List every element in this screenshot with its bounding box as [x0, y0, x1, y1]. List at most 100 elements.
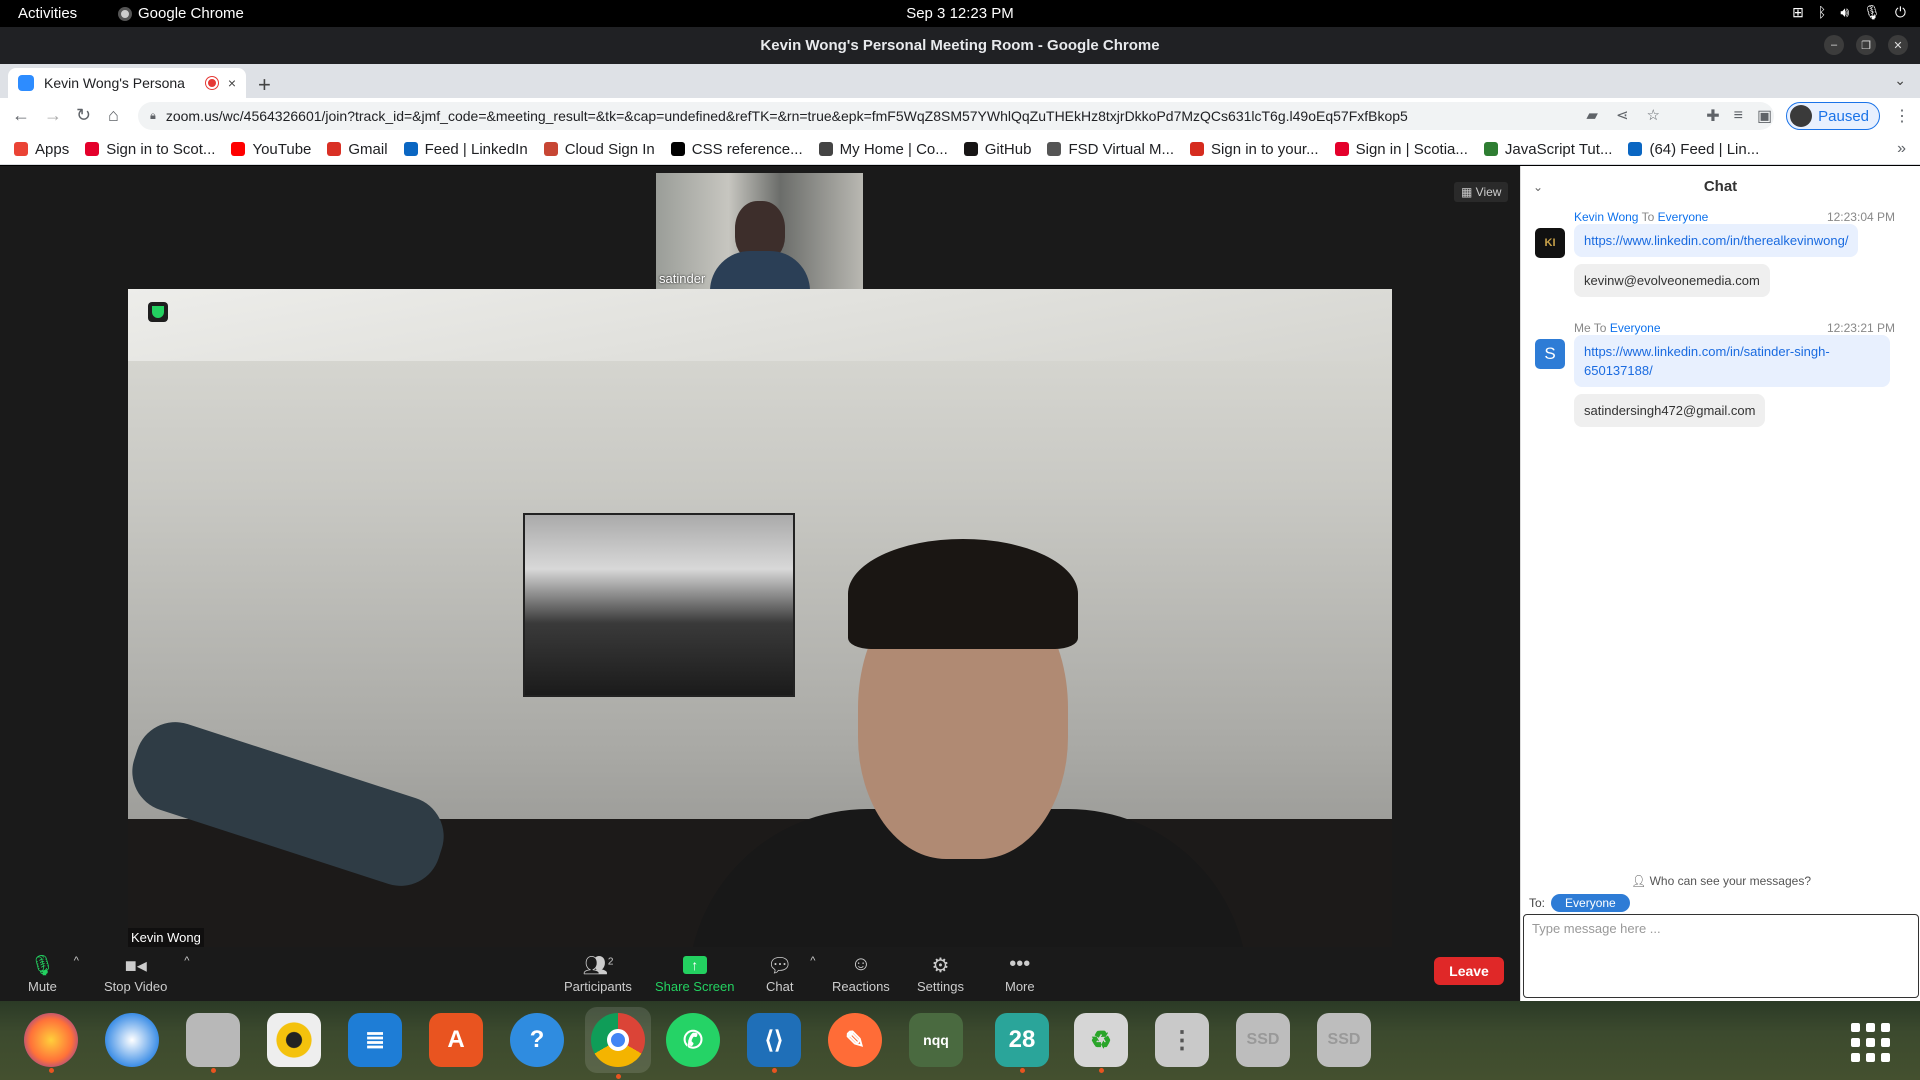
ssd-icon[interactable]: SSD [1317, 1013, 1371, 1067]
bookmarks-overflow-icon[interactable]: » [1897, 140, 1906, 158]
participants-button[interactable]: 👥︎2 Participants [564, 953, 632, 994]
address-bar[interactable]: 🔒︎ zoom.us/wc/4564326601/join?track_id=&… [138, 102, 1774, 130]
tab-close-icon[interactable]: × [228, 75, 236, 91]
new-tab-button[interactable]: + [258, 72, 271, 98]
rhythmbox-icon[interactable] [267, 1013, 321, 1067]
bookmark-item[interactable]: GitHub [963, 141, 1031, 158]
stop-video-button[interactable]: ■◂ Stop Video ^ [104, 953, 189, 994]
kebab-menu-icon[interactable]: ⋮ [1894, 106, 1910, 126]
postman-icon[interactable]: ✎ [828, 1013, 882, 1067]
bookmark-item[interactable]: Sign in to your... [1190, 141, 1319, 158]
share-icon[interactable]: ⋖ [1616, 106, 1629, 124]
profile-button[interactable]: Paused [1786, 102, 1880, 130]
participants-icon: 👥︎2 [582, 955, 614, 977]
bookmark-item[interactable]: My Home | Co... [818, 140, 948, 158]
share-screen-icon: ↑ [655, 953, 735, 975]
audio-options-caret-icon[interactable]: ^ [74, 955, 79, 967]
video-options-caret-icon[interactable]: ^ [184, 955, 189, 967]
minimize-icon[interactable]: – [1824, 35, 1844, 55]
libreoffice-writer-icon[interactable]: ≣ [348, 1013, 402, 1067]
reactions-button[interactable]: ☺ Reactions [832, 953, 890, 994]
bookmark-star-icon[interactable]: ☆ [1647, 106, 1660, 124]
mute-button[interactable]: 🎙︎ Mute ^ [28, 953, 79, 994]
tab-zoom-meeting[interactable]: Kevin Wong's Persona × [8, 68, 246, 98]
bookmark-item[interactable]: YouTube [231, 141, 311, 158]
maximize-icon[interactable]: ❐ [1856, 35, 1876, 55]
side-panel-icon[interactable]: ▣ [1757, 106, 1772, 126]
message-link[interactable]: https://www.linkedin.com/in/satinder-sin… [1574, 335, 1890, 387]
software-icon[interactable]: A [429, 1013, 483, 1067]
help-icon[interactable]: ? [510, 1013, 564, 1067]
chat-message-input[interactable]: Type message here ... [1523, 914, 1919, 998]
window-title-bar: Kevin Wong's Personal Meeting Room - Goo… [0, 27, 1920, 64]
video-ceiling [128, 289, 1392, 361]
extensions-puzzle-icon[interactable]: ✚ [1706, 106, 1719, 126]
ssd-icon[interactable]: SSD [1236, 1013, 1290, 1067]
more-button[interactable]: ••• More [1005, 953, 1035, 994]
forward-arrow-icon[interactable]: → [44, 105, 62, 126]
lock-icon: 🔒︎ [150, 109, 156, 122]
bookmark-item[interactable]: FSD Virtual M... [1047, 141, 1174, 158]
participant-thumbnail[interactable]: satinder [656, 173, 863, 289]
gear-icon: ⚙ [931, 955, 950, 977]
show-applications-icon[interactable] [1851, 1023, 1890, 1062]
nqq-icon[interactable]: nqq [909, 1013, 963, 1067]
collapse-chevron-icon[interactable]: ⌄ [1533, 166, 1543, 208]
bookmark-label: My Home | Co... [839, 140, 948, 158]
active-speaker-video: Kevin Wong [128, 289, 1392, 947]
firefox-icon[interactable] [24, 1013, 78, 1073]
message-link[interactable]: https://www.linkedin.com/in/therealkevin… [1574, 224, 1859, 257]
leave-button[interactable]: Leave [1434, 957, 1504, 985]
media-control-icon[interactable]: ≡ [1734, 107, 1743, 125]
mute-label: Mute [28, 979, 57, 994]
system-tray[interactable]: ⊞ ᛒ 🔊︎ 🎙︎ ⏻ [1792, 4, 1906, 21]
bookmark-item[interactable]: (64) Feed | Lin... [1628, 141, 1759, 158]
chat-options-caret-icon[interactable]: ^ [810, 955, 815, 967]
bookmark-item[interactable]: Apps [14, 141, 69, 158]
settings-button[interactable]: ⚙ Settings [917, 953, 964, 994]
privacy-note[interactable]: 👤︎ Who can see your messages? [1521, 874, 1920, 888]
vscode-icon[interactable]: ⟨⟩ [747, 1013, 801, 1073]
chat-button[interactable]: 💬︎ Chat ^ [766, 953, 815, 994]
home-icon[interactable]: ⌂ [108, 105, 119, 126]
message-to: To [1641, 210, 1655, 224]
tab-search-chevron-icon[interactable]: ⌄ [1894, 72, 1906, 89]
files-icon[interactable] [186, 1013, 240, 1073]
bookmark-label: Apps [35, 140, 70, 158]
share-screen-button[interactable]: ↑ Share Screen [655, 953, 735, 994]
message-meta: Kevin Wong To Everyone [1574, 210, 1708, 224]
thunderbird-icon[interactable] [105, 1013, 159, 1067]
bookmark-item[interactable]: Gmail [327, 141, 388, 158]
message-to: To [1593, 321, 1607, 335]
bookmark-item[interactable]: Cloud Sign In [543, 140, 655, 158]
bookmark-item[interactable]: JavaScript Tut... [1483, 141, 1612, 158]
bookmark-item[interactable]: Sign in | Scotia... [1334, 141, 1468, 158]
bookmark-item[interactable]: Feed | LinkedIn [403, 141, 528, 158]
app-menu[interactable]: Google Chrome [118, 5, 244, 22]
drive-icon[interactable]: ⋮ [1155, 1013, 1209, 1067]
profile-status: Paused [1818, 107, 1869, 125]
recipient-select[interactable]: Everyone [1551, 894, 1630, 912]
trash-icon[interactable]: ♻ [1074, 1013, 1128, 1073]
microphone-icon: 🎙︎ [29, 955, 56, 977]
back-arrow-icon[interactable]: ← [12, 105, 30, 126]
clock[interactable]: Sep 3 12:23 PM [0, 5, 1920, 22]
bookmark-item[interactable]: Sign in to Scot... [85, 141, 215, 158]
close-icon[interactable]: ✕ [1888, 35, 1908, 55]
bookmark-label: (64) Feed | Lin... [1649, 140, 1760, 158]
bookmark-item[interactable]: CSS reference... [670, 141, 803, 158]
calendar-icon[interactable]: 28 [995, 1013, 1049, 1073]
bookmark-label: Cloud Sign In [564, 140, 655, 158]
bookmark-favicon-icon [1047, 142, 1062, 156]
camera-in-use-icon[interactable]: ▰ [1586, 106, 1598, 124]
message-sender: Me [1574, 321, 1591, 335]
encryption-shield-icon[interactable] [148, 302, 168, 322]
view-button[interactable]: ▦ View [1454, 182, 1509, 202]
whatsapp-icon[interactable]: ✆ [666, 1013, 720, 1067]
activities-button[interactable]: Activities [18, 5, 77, 22]
message-text: kevinw@evolveonemedia.com [1574, 264, 1770, 297]
chrome-icon[interactable] [585, 1007, 651, 1079]
reload-icon[interactable]: ↻ [76, 105, 91, 126]
grid-icon: ▦ [1461, 185, 1476, 199]
participants-label: Participants [564, 979, 632, 994]
